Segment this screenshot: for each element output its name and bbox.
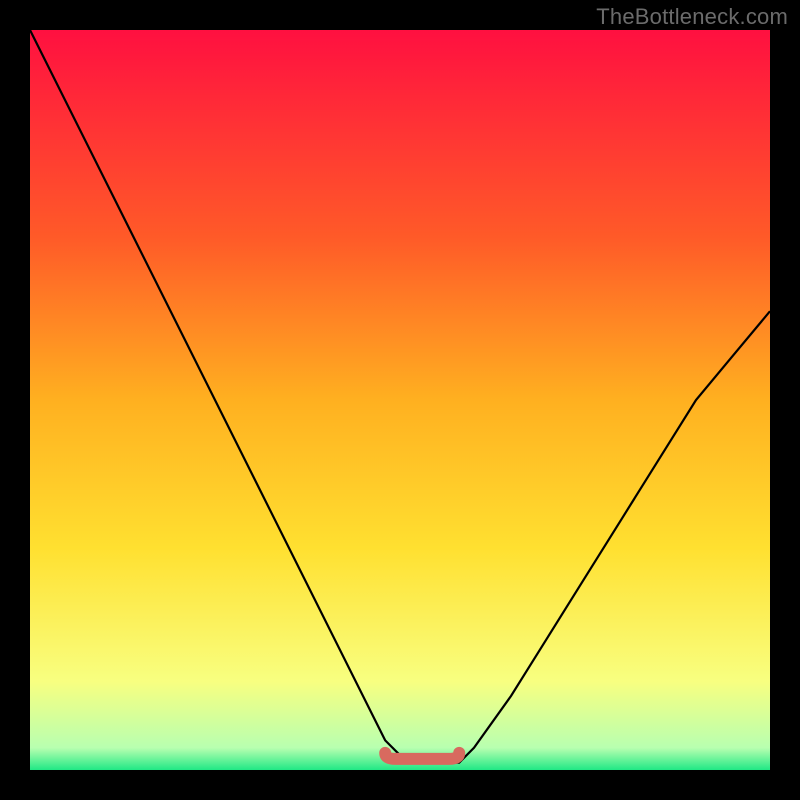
- chart-frame: TheBottleneck.com: [0, 0, 800, 800]
- plot-area: [30, 30, 770, 770]
- bottleneck-chart: [30, 30, 770, 770]
- optimal-range-highlight: [385, 753, 459, 759]
- watermark-text: TheBottleneck.com: [596, 4, 788, 30]
- gradient-background: [30, 30, 770, 770]
